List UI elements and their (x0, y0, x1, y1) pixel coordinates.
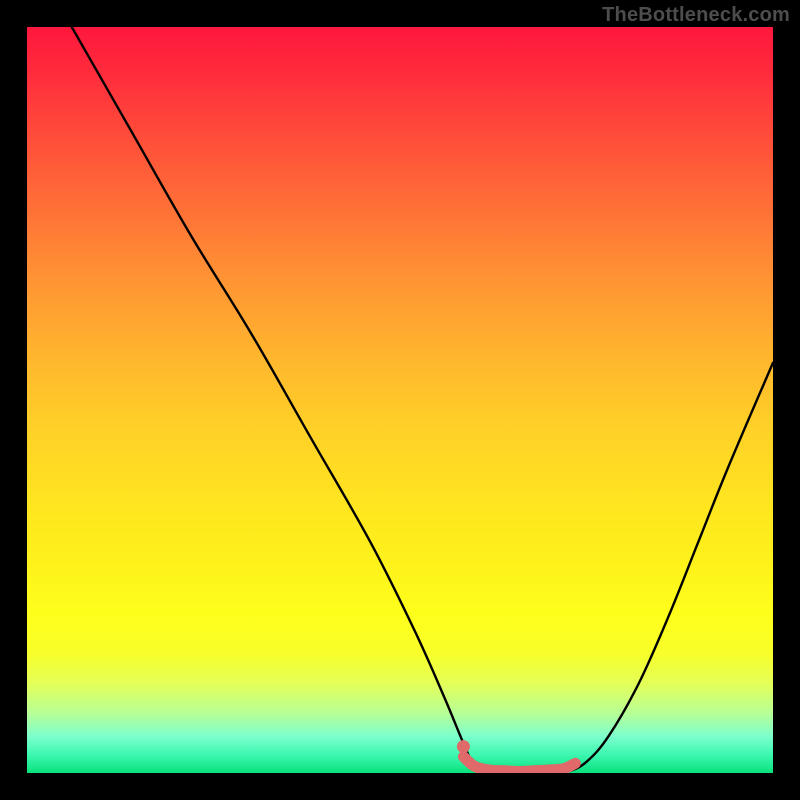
chart-frame: TheBottleneck.com (0, 0, 800, 800)
watermark-label: TheBottleneck.com (602, 4, 790, 27)
highlight-segment (457, 740, 575, 771)
curve-layer (27, 27, 773, 773)
optimal-range-highlight (463, 757, 575, 772)
main-curve (72, 27, 773, 773)
plot-area (27, 27, 773, 773)
highlight-start-dot (457, 740, 470, 753)
bottleneck-curve (72, 27, 773, 773)
